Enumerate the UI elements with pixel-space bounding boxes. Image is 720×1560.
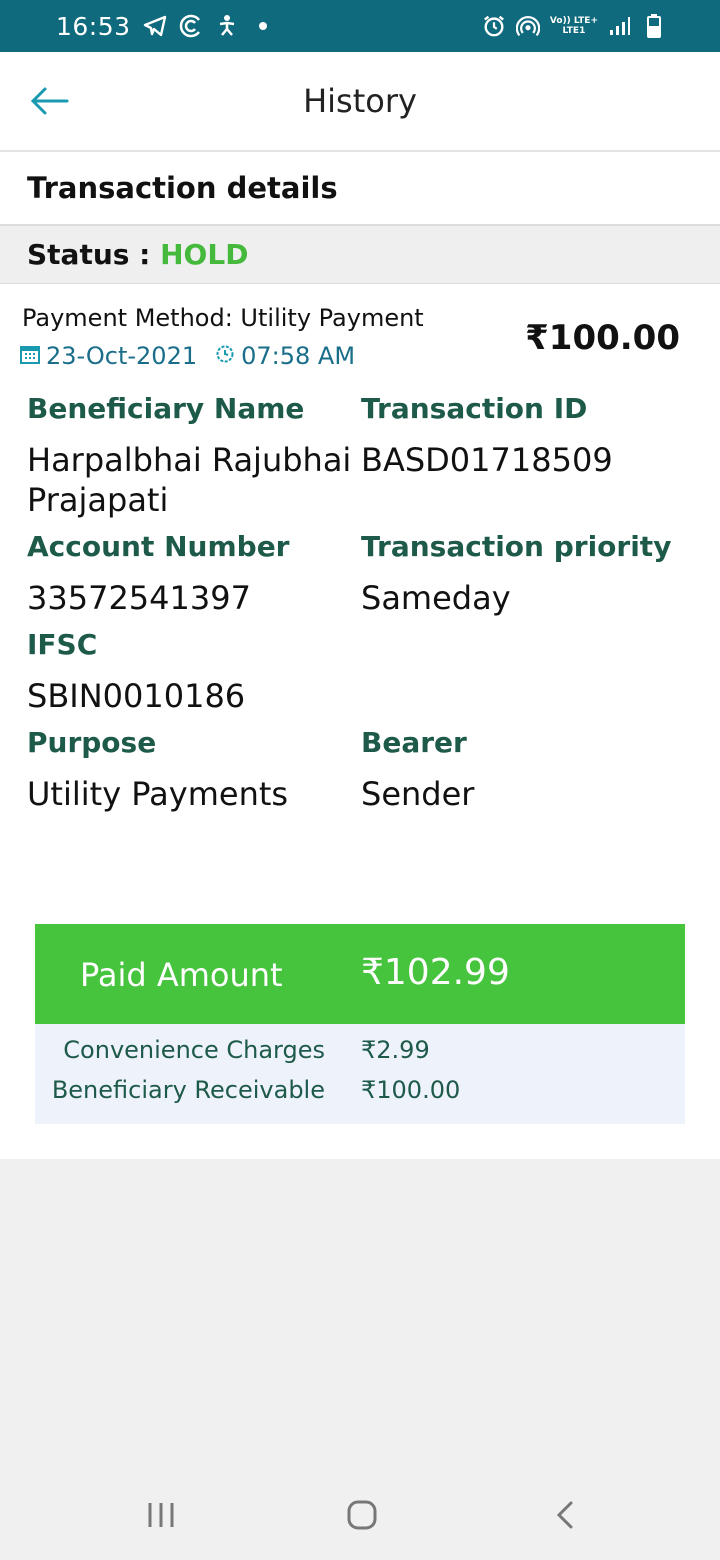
home-icon bbox=[346, 1499, 378, 1535]
convenience-charges-value: ₹2.99 bbox=[361, 1036, 430, 1064]
paid-amount-label: Paid Amount bbox=[80, 956, 283, 994]
beneficiary-name-label: Beneficiary Name bbox=[27, 392, 305, 425]
purpose-value: Utility Payments bbox=[27, 775, 289, 813]
beneficiary-receivable-label: Beneficiary Receivable bbox=[51, 1076, 325, 1104]
system-nav-bar bbox=[0, 1470, 720, 1560]
accessibility-icon bbox=[215, 14, 239, 38]
convenience-charges-label: Convenience Charges bbox=[63, 1036, 325, 1064]
status-badge: HOLD bbox=[160, 238, 249, 271]
beneficiary-name-value-line1: Harpalbhai Rajubhai bbox=[27, 441, 352, 479]
recents-icon bbox=[146, 1501, 176, 1533]
payment-method: Payment Method: Utility Payment bbox=[22, 304, 424, 332]
transaction-id-label: Transaction ID bbox=[361, 392, 588, 425]
network-type: Vo)) LTE+ LTE1 bbox=[549, 16, 598, 36]
transaction-time: 07:58 AM bbox=[241, 342, 356, 370]
app-bar: History bbox=[0, 52, 720, 152]
account-number-label: Account Number bbox=[27, 530, 290, 563]
signal-icon bbox=[608, 14, 632, 38]
charges-box: Convenience Charges ₹2.99 Beneficiary Re… bbox=[35, 1024, 685, 1124]
bearer-value: Sender bbox=[361, 775, 475, 813]
transaction-amount: ₹100.00 bbox=[525, 318, 680, 358]
clock-icon bbox=[215, 342, 235, 370]
nav-back-icon bbox=[555, 1500, 575, 1534]
status-row: Status : HOLD bbox=[0, 226, 720, 284]
home-button[interactable] bbox=[337, 1492, 387, 1542]
notification-dot-icon bbox=[251, 14, 275, 38]
bearer-label: Bearer bbox=[361, 726, 467, 759]
beneficiary-receivable-value: ₹100.00 bbox=[361, 1076, 461, 1104]
battery-icon bbox=[642, 14, 666, 38]
purpose-label: Purpose bbox=[27, 726, 157, 759]
nav-back-button[interactable] bbox=[540, 1492, 590, 1542]
alarm-icon bbox=[482, 14, 506, 38]
page-title: History bbox=[303, 82, 417, 120]
account-number-value: 33572541397 bbox=[27, 579, 251, 617]
ifsc-label: IFSC bbox=[27, 628, 98, 661]
transaction-id-value: BASD01718509 bbox=[361, 441, 613, 479]
transaction-priority-label: Transaction priority bbox=[361, 530, 672, 563]
paid-amount-value: ₹102.99 bbox=[361, 952, 510, 993]
section-title: Transaction details bbox=[0, 152, 720, 226]
telegram-icon bbox=[143, 14, 167, 38]
status-bar: 16:53 Vo)) LTE+ LTE1 bbox=[0, 0, 720, 52]
ifsc-value: SBIN0010186 bbox=[27, 677, 246, 715]
date-time-row: 23-Oct-2021 07:58 AM bbox=[20, 342, 355, 370]
recents-button[interactable] bbox=[136, 1492, 186, 1542]
transaction-card: Payment Method: Utility Payment 23-Oct-2… bbox=[0, 284, 720, 1159]
beneficiary-name-value-line2: Prajapati bbox=[27, 481, 169, 519]
transaction-date: 23-Oct-2021 bbox=[46, 342, 198, 370]
hotspot-icon bbox=[515, 14, 540, 38]
status-time: 16:53 bbox=[56, 11, 131, 41]
calendar-icon bbox=[20, 342, 40, 370]
transaction-priority-value: Sameday bbox=[361, 579, 511, 617]
status-label: Status : bbox=[27, 238, 161, 271]
app-notification-icon bbox=[179, 14, 203, 38]
paid-amount-box: Paid Amount ₹102.99 bbox=[35, 924, 685, 1024]
